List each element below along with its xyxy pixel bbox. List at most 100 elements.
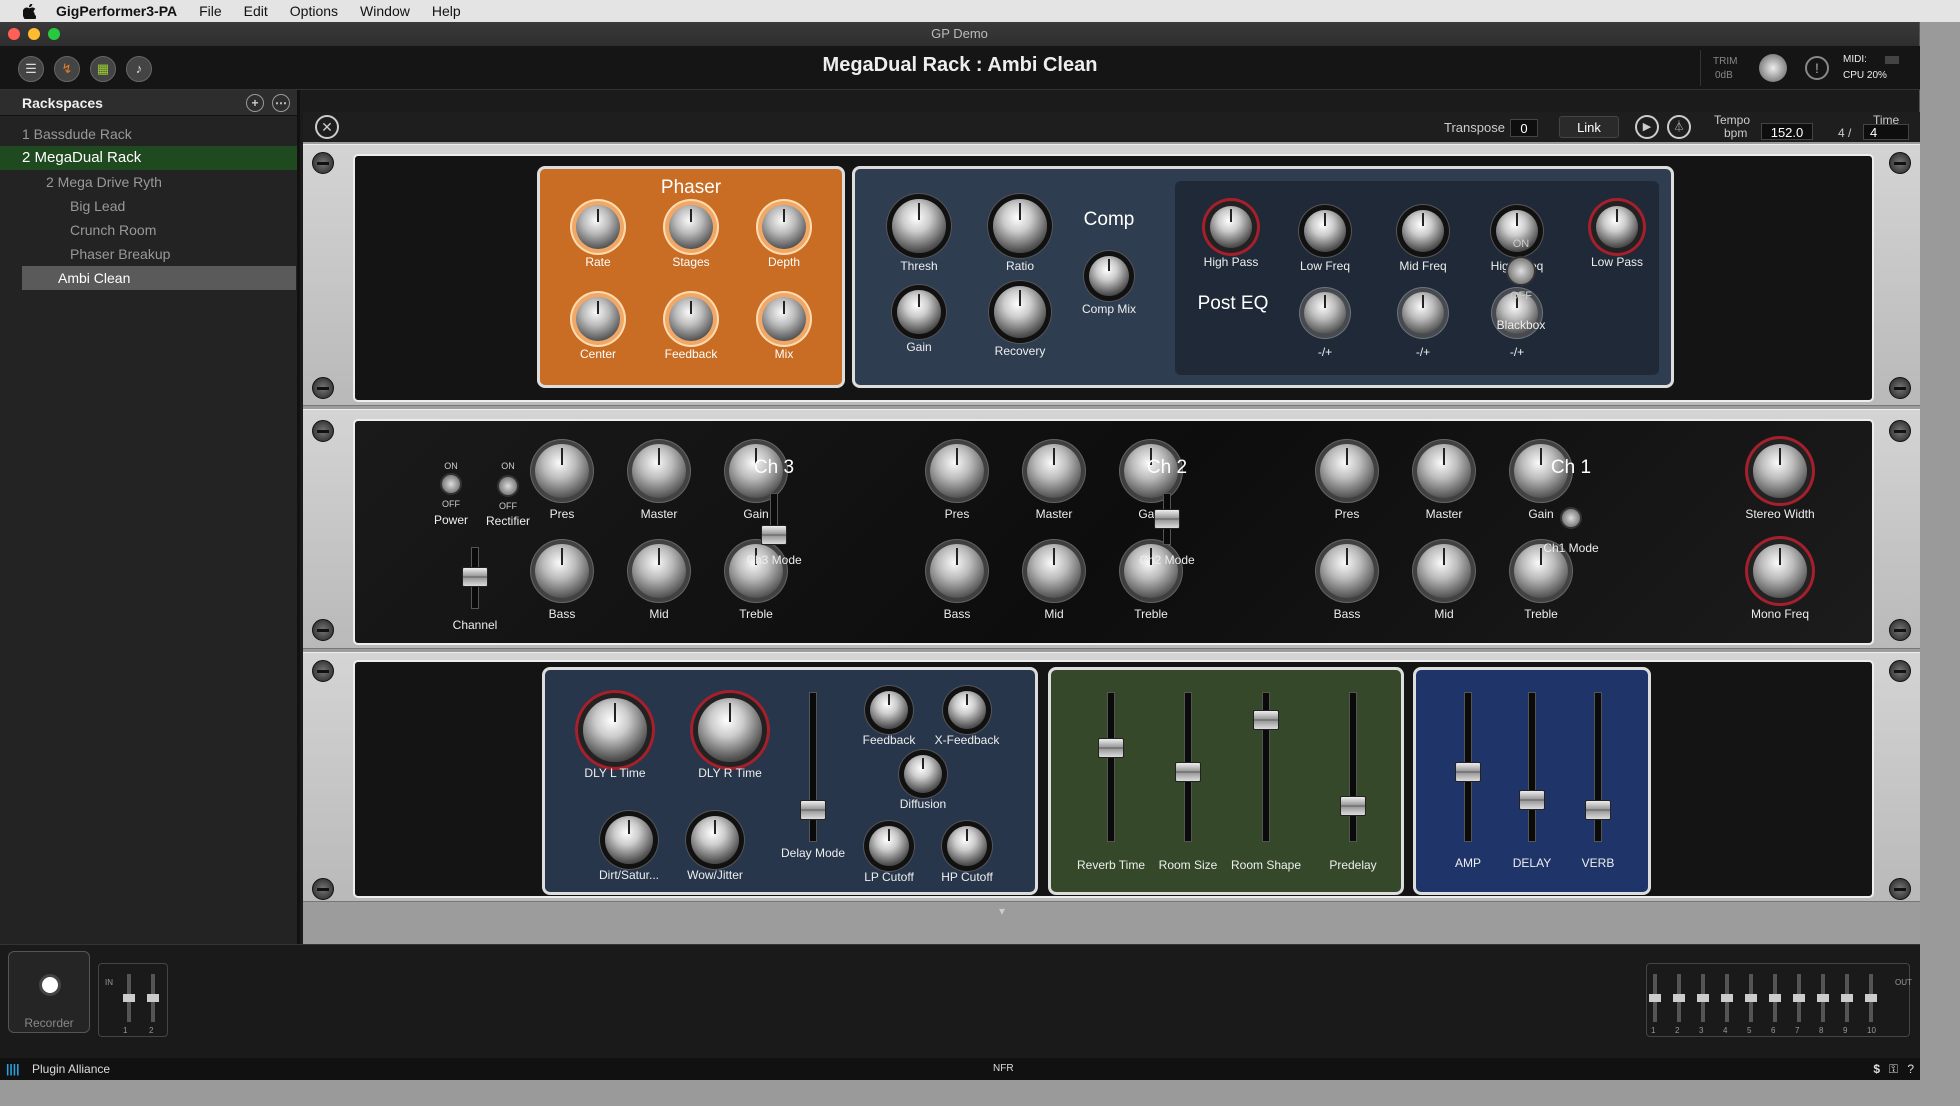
- eq-high-pass-knob[interactable]: [1210, 206, 1252, 248]
- menu-edit[interactable]: Edit: [244, 3, 268, 19]
- sidebar-item-1-bassdude-rack[interactable]: 1 Bassdude Rack: [0, 122, 297, 146]
- eq-gain-knob-2[interactable]: [1402, 292, 1444, 334]
- apple-icon[interactable]: [18, 0, 40, 22]
- output-fader-4[interactable]: [1721, 974, 1733, 1022]
- panic-icon[interactable]: !: [1805, 56, 1829, 80]
- delay-dly-r-time-knob[interactable]: [698, 698, 762, 762]
- output-fader-1[interactable]: [1649, 974, 1661, 1022]
- power-toggle[interactable]: [440, 473, 462, 495]
- ch3-master-knob[interactable]: [632, 444, 686, 498]
- play-icon[interactable]: ▶: [1635, 115, 1659, 139]
- reverb-predelay-fader[interactable]: [1340, 796, 1366, 816]
- menu-file[interactable]: File: [199, 3, 222, 19]
- output-fader-10[interactable]: [1865, 974, 1877, 1022]
- input-fader-1[interactable]: [123, 974, 135, 1022]
- sidebar-item-2-mega-drive-ryth[interactable]: 2 Mega Drive Ryth: [0, 170, 297, 194]
- ch2-master-knob[interactable]: [1027, 444, 1081, 498]
- output-fader-7[interactable]: [1793, 974, 1805, 1022]
- channel-slider[interactable]: [462, 567, 488, 587]
- ch1-mode-toggle[interactable]: [1560, 507, 1582, 529]
- mix-amp-fader[interactable]: [1455, 762, 1481, 782]
- ch3-mid-knob[interactable]: [632, 544, 686, 598]
- mix-verb-fader[interactable]: [1585, 800, 1611, 820]
- eq-mid-freq-knob[interactable]: [1402, 210, 1444, 252]
- phaser-rate-knob[interactable]: [576, 205, 620, 249]
- output-fader-8[interactable]: [1817, 974, 1829, 1022]
- delay-mode-slider[interactable]: [800, 800, 826, 820]
- help-icon[interactable]: ?: [1907, 1058, 1914, 1080]
- transpose-field[interactable]: 0: [1510, 119, 1538, 137]
- input-fader-2[interactable]: [147, 974, 159, 1022]
- add-rackspace-button[interactable]: +: [246, 94, 264, 112]
- ch3-bass-knob[interactable]: [535, 544, 589, 598]
- zoom-window-button[interactable]: [48, 28, 60, 40]
- sidebar-item-crunch-room[interactable]: Crunch Room: [0, 218, 297, 242]
- bpm-field[interactable]: 152.0: [1761, 123, 1813, 140]
- sidebar-item-big-lead[interactable]: Big Lead: [0, 194, 297, 218]
- delay-dly-l-time-knob[interactable]: [583, 698, 647, 762]
- ch2-mid-knob[interactable]: [1027, 544, 1081, 598]
- output-fader-9[interactable]: [1841, 974, 1853, 1022]
- delay-hp-cutoff-knob[interactable]: [947, 826, 987, 866]
- phaser-center-knob[interactable]: [576, 297, 620, 341]
- app-menu[interactable]: GigPerformer3-PA: [56, 3, 177, 19]
- reverb-room-shape-fader[interactable]: [1253, 710, 1279, 730]
- ch2-mode-slider[interactable]: [1154, 509, 1180, 529]
- trim-knob[interactable]: [1759, 54, 1787, 82]
- phaser-stages-knob[interactable]: [669, 205, 713, 249]
- output-fader-3[interactable]: [1697, 974, 1709, 1022]
- ch2-bass-knob[interactable]: [930, 544, 984, 598]
- close-window-button[interactable]: [8, 28, 20, 40]
- menu-options[interactable]: Options: [290, 3, 338, 19]
- reverb-room-size-fader[interactable]: [1175, 762, 1201, 782]
- phaser-feedback-knob[interactable]: [669, 297, 713, 341]
- comp-gain-knob[interactable]: [897, 290, 941, 334]
- phaser-mix-knob[interactable]: [762, 297, 806, 341]
- output-fader-5[interactable]: [1745, 974, 1757, 1022]
- menu-window[interactable]: Window: [360, 3, 410, 19]
- delay-wow-jitter-knob[interactable]: [691, 816, 739, 864]
- menu-help[interactable]: Help: [432, 3, 461, 19]
- output-fader-6[interactable]: [1769, 974, 1781, 1022]
- output-fader-2[interactable]: [1673, 974, 1685, 1022]
- key-icon[interactable]: ⚿: [1889, 1058, 1898, 1080]
- sidebar-item-ambi-clean[interactable]: Ambi Clean: [22, 266, 296, 290]
- mix-delay-fader[interactable]: [1519, 790, 1545, 810]
- blackbox-toggle[interactable]: [1506, 256, 1536, 286]
- stereo-width-knob[interactable]: [1753, 444, 1807, 498]
- minimize-window-button[interactable]: [28, 28, 40, 40]
- comp-thresh-knob[interactable]: [892, 199, 946, 253]
- comp-comp-mix-knob[interactable]: [1089, 256, 1129, 296]
- rectifier-toggle[interactable]: [497, 475, 519, 497]
- delay-dirt-satur-knob[interactable]: [605, 816, 653, 864]
- time-denominator-select[interactable]: 4: [1863, 124, 1909, 140]
- dollar-icon[interactable]: $: [1873, 1058, 1880, 1080]
- eq-low-freq-knob[interactable]: [1304, 210, 1346, 252]
- delay-feedback-knob[interactable]: [870, 691, 908, 729]
- eq-gain-knob-1[interactable]: [1304, 292, 1346, 334]
- ch1-bass-knob[interactable]: [1320, 544, 1374, 598]
- comp-ratio-knob[interactable]: [993, 199, 1047, 253]
- sidebar-item-phaser-breakup[interactable]: Phaser Breakup: [0, 242, 297, 266]
- delay-x-feedback-knob[interactable]: [948, 691, 986, 729]
- sidebar-more-button[interactable]: ⋯: [272, 94, 290, 112]
- delay-lp-cutoff-knob[interactable]: [869, 826, 909, 866]
- ch3-mode-slider[interactable]: [761, 525, 787, 545]
- ch1-mid-knob[interactable]: [1417, 544, 1471, 598]
- ch3-pres-knob[interactable]: [535, 444, 589, 498]
- collapse-chevron-icon[interactable]: ▾: [999, 904, 1005, 918]
- metronome-icon[interactable]: ⏃: [1667, 115, 1691, 139]
- comp-recovery-knob[interactable]: [994, 286, 1046, 338]
- close-rack-edit-icon[interactable]: ✕: [315, 115, 339, 139]
- phaser-depth-knob[interactable]: [762, 205, 806, 249]
- record-button[interactable]: [39, 974, 61, 996]
- ch1-pres-knob[interactable]: [1320, 444, 1374, 498]
- eq-low-pass-knob[interactable]: [1596, 206, 1638, 248]
- time-numerator[interactable]: 4 /: [1838, 126, 1851, 140]
- delay-diffusion-knob[interactable]: [904, 755, 942, 793]
- ch2-pres-knob[interactable]: [930, 444, 984, 498]
- reverb-reverb-time-fader[interactable]: [1098, 738, 1124, 758]
- ch1-master-knob[interactable]: [1417, 444, 1471, 498]
- sidebar-item-2-megadual-rack[interactable]: 2 MegaDual Rack: [0, 146, 297, 170]
- link-button[interactable]: Link: [1559, 116, 1619, 138]
